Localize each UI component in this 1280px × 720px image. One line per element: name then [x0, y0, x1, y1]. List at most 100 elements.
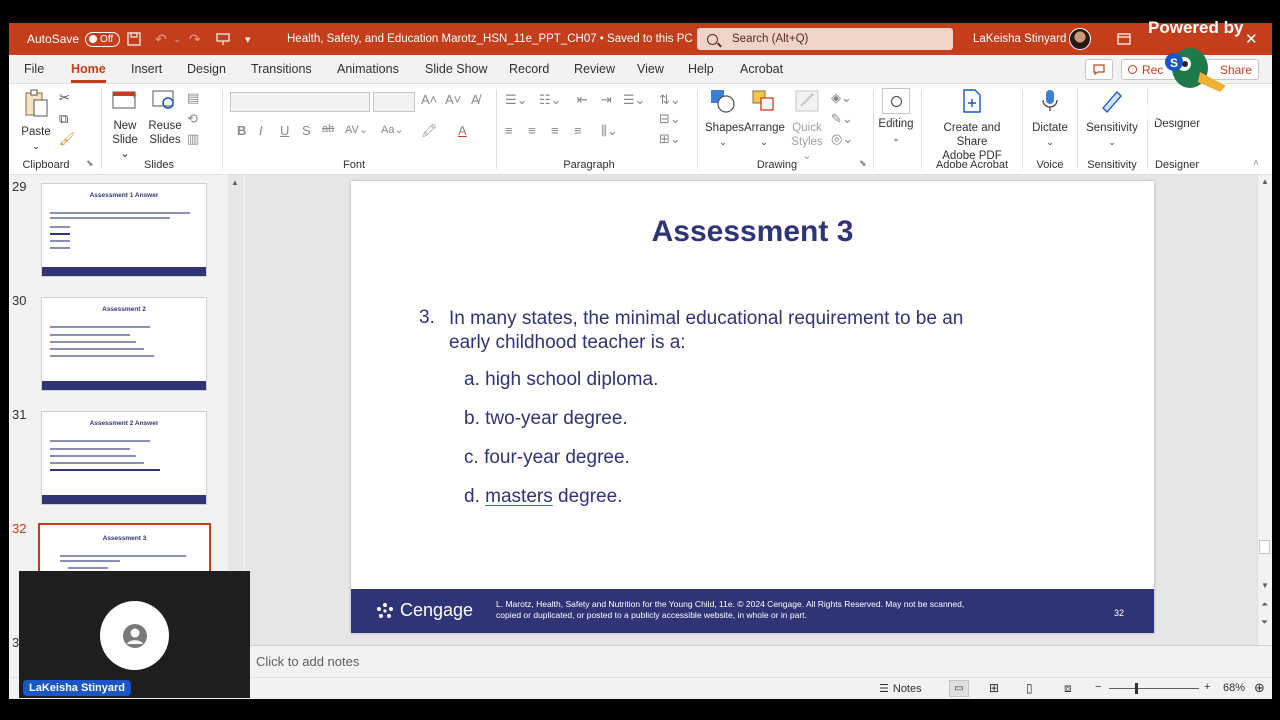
- smartart-icon[interactable]: ⊞⌄: [659, 131, 681, 147]
- redo-icon[interactable]: ↷: [189, 23, 201, 55]
- font-name-box[interactable]: [230, 92, 370, 112]
- user-name[interactable]: LaKeisha Stinyard: [973, 23, 1066, 55]
- align-text-icon[interactable]: ⊟⌄: [659, 111, 681, 127]
- slide-title[interactable]: Assessment 3: [351, 215, 1154, 249]
- tab-file[interactable]: File: [24, 62, 44, 76]
- present-icon[interactable]: [216, 23, 230, 55]
- slide-show-icon[interactable]: ⧈: [1064, 681, 1072, 696]
- zoom-slider-thumb[interactable]: [1135, 683, 1138, 694]
- create-share-pdf-button[interactable]: Create and Share Adobe PDF: [927, 88, 1017, 163]
- strikethrough-icon[interactable]: ab: [322, 123, 334, 135]
- shadow-icon[interactable]: S: [302, 123, 311, 138]
- ribbon-display-options-icon[interactable]: [1117, 23, 1131, 55]
- character-spacing-icon[interactable]: AV⌄: [345, 123, 368, 136]
- drawing-launcher-icon[interactable]: ⬊: [859, 158, 867, 169]
- thumbnail-slide-30[interactable]: Assessment 2: [41, 297, 207, 391]
- collapse-ribbon-icon[interactable]: ˄: [1253, 158, 1259, 169]
- slide-scrollbar[interactable]: ▲ ▼ ⏶ ⏷: [1257, 175, 1272, 645]
- tab-acrobat[interactable]: Acrobat: [740, 62, 783, 76]
- new-slide-button[interactable]: + New Slide ⌄: [109, 88, 141, 161]
- bullets-icon[interactable]: ☰⌄: [505, 92, 528, 108]
- shape-effects-icon[interactable]: ◎⌄: [831, 131, 853, 147]
- undo-dropdown-icon[interactable]: ⌄: [173, 23, 181, 55]
- editing-button[interactable]: Editing ⌄: [877, 88, 915, 145]
- numbering-icon[interactable]: ☷⌄: [539, 92, 562, 108]
- next-slide-icon[interactable]: ⏷: [1261, 617, 1268, 628]
- columns-icon[interactable]: ⫼⌄: [601, 123, 618, 139]
- decrease-indent-icon[interactable]: ⇤: [577, 92, 588, 108]
- line-spacing-icon[interactable]: ☰⌄: [623, 92, 646, 108]
- align-center-icon[interactable]: ≡: [528, 123, 536, 138]
- notes-toggle[interactable]: ☰ Notes: [879, 682, 922, 696]
- thumbnail-slide-29[interactable]: Assessment 1 Answer: [41, 183, 207, 277]
- save-icon[interactable]: [127, 23, 141, 55]
- zoom-out-icon[interactable]: −: [1095, 681, 1101, 693]
- cut-icon[interactable]: ✂: [59, 90, 70, 106]
- reset-icon[interactable]: ⟲: [187, 111, 198, 127]
- highlight-icon[interactable]: 🖍: [421, 123, 438, 139]
- shapes-button[interactable]: Shapes ⌄: [705, 88, 744, 149]
- reuse-slides-button[interactable]: Reuse Slides: [147, 88, 183, 147]
- tab-design[interactable]: Design: [187, 62, 226, 76]
- tab-insert[interactable]: Insert: [131, 62, 162, 76]
- increase-indent-icon[interactable]: ⇥: [601, 92, 612, 108]
- bold-icon[interactable]: B: [237, 123, 246, 138]
- paste-button[interactable]: Paste ⌄: [19, 88, 53, 153]
- thumbnail-slide-31[interactable]: Assessment 2 Answer: [41, 411, 207, 505]
- format-painter-icon[interactable]: 🖌: [59, 131, 76, 147]
- undo-icon[interactable]: ↶: [155, 23, 167, 55]
- tab-view[interactable]: View: [637, 62, 664, 76]
- italic-icon[interactable]: I: [259, 123, 263, 138]
- tab-animations[interactable]: Animations: [337, 62, 399, 76]
- justify-icon[interactable]: ≡: [574, 123, 582, 138]
- zoom-in-icon[interactable]: +: [1204, 681, 1210, 693]
- tab-help[interactable]: Help: [688, 62, 714, 76]
- autosave[interactable]: AutoSave Off: [27, 23, 121, 55]
- font-color-icon[interactable]: A: [458, 123, 467, 138]
- tab-review[interactable]: Review: [574, 62, 615, 76]
- scroll-up-icon[interactable]: ▲: [1261, 177, 1269, 186]
- section-icon[interactable]: ▥: [187, 131, 199, 147]
- previous-slide-icon[interactable]: ⏶: [1261, 599, 1268, 610]
- close-icon[interactable]: ✕: [1245, 23, 1258, 55]
- align-right-icon[interactable]: ≡: [551, 123, 559, 138]
- change-case-icon[interactable]: Aa⌄: [381, 123, 404, 136]
- align-left-icon[interactable]: ≡: [505, 123, 513, 138]
- underline-icon[interactable]: U: [280, 123, 289, 138]
- tab-record[interactable]: Record: [509, 62, 549, 76]
- decrease-font-icon[interactable]: A˅: [445, 92, 461, 107]
- tab-home[interactable]: Home: [71, 62, 106, 83]
- reading-view-icon[interactable]: ▯: [1026, 681, 1033, 695]
- tab-transitions[interactable]: Transitions: [251, 62, 312, 76]
- document-title[interactable]: Health, Safety, and Education Marotz_HSN…: [287, 23, 706, 55]
- arrange-button[interactable]: Arrange ⌄: [744, 88, 785, 149]
- copy-icon[interactable]: ⧉: [59, 111, 68, 127]
- clear-formatting-icon[interactable]: A̸: [471, 92, 480, 107]
- slide-32[interactable]: Assessment 3 3. In many states, the mini…: [351, 181, 1154, 633]
- layout-icon[interactable]: ▤: [187, 90, 199, 106]
- question-text[interactable]: In many states, the minimal educational …: [449, 307, 1089, 355]
- normal-view-icon[interactable]: ▭: [949, 680, 969, 697]
- font-size-box[interactable]: [373, 92, 415, 112]
- increase-font-icon[interactable]: A˄: [421, 92, 437, 107]
- customize-quick-access-icon[interactable]: ▾: [245, 23, 251, 55]
- scroll-up-icon[interactable]: ▲: [231, 178, 239, 187]
- quick-styles-button[interactable]: Quick Styles ⌄: [787, 88, 827, 163]
- text-direction-icon[interactable]: ⇅⌄: [659, 92, 681, 108]
- zoom-level[interactable]: 68%: [1223, 682, 1245, 694]
- zoom-slider[interactable]: [1109, 683, 1199, 694]
- autosave-toggle[interactable]: Off: [85, 31, 121, 47]
- fit-to-window-icon[interactable]: ⊕: [1254, 680, 1265, 696]
- tab-slide-show[interactable]: Slide Show: [425, 62, 488, 76]
- shape-outline-icon[interactable]: ✎⌄: [831, 111, 853, 127]
- scroll-down-icon[interactable]: ▼: [1261, 581, 1269, 590]
- search-input[interactable]: Search (Alt+Q): [697, 28, 953, 50]
- clipboard-launcher-icon[interactable]: ⬊: [86, 158, 94, 169]
- user-avatar[interactable]: [1069, 23, 1091, 55]
- notes-pane[interactable]: Click to add notes: [245, 645, 1272, 677]
- scroll-thumb[interactable]: [1259, 540, 1270, 554]
- slide-sorter-icon[interactable]: ⊞: [989, 681, 999, 695]
- dictate-button[interactable]: Dictate ⌄: [1027, 88, 1073, 149]
- comments-button[interactable]: [1085, 59, 1113, 80]
- shape-fill-icon[interactable]: ◈⌄: [831, 90, 852, 106]
